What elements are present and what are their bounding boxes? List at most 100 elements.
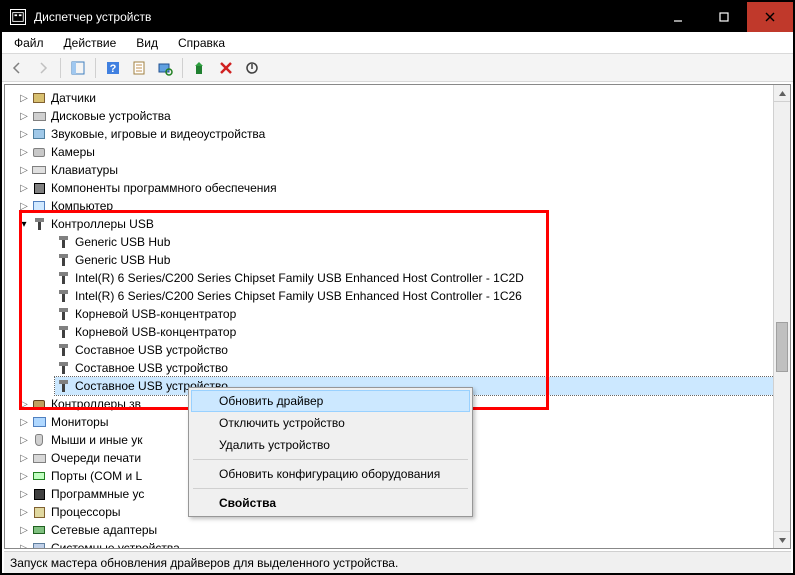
toolbar-separator [182, 58, 183, 78]
expand-icon[interactable]: ▷ [17, 93, 31, 104]
disk-icon [31, 108, 47, 124]
scan-hardware-button[interactable] [154, 57, 176, 79]
status-text: Запуск мастера обновления драйверов для … [10, 556, 398, 570]
ctx-uninstall-device[interactable]: Удалить устройство [191, 434, 470, 456]
tree-node-computer[interactable]: ▷Компьютер [17, 197, 790, 215]
vertical-scrollbar[interactable] [773, 85, 790, 548]
sound-controller-icon [31, 396, 47, 412]
tree-node-usb-device[interactable]: Intel(R) 6 Series/C200 Series Chipset Fa… [55, 287, 790, 305]
menubar: Файл Действие Вид Справка [2, 32, 793, 54]
usb-icon [55, 306, 71, 322]
expand-icon[interactable]: ▷ [17, 399, 31, 410]
ctx-update-driver[interactable]: Обновить драйвер [191, 390, 470, 412]
sensor-icon [31, 90, 47, 106]
ctx-properties[interactable]: Свойства [191, 492, 470, 514]
tree-node-usb-controllers[interactable]: ▾Контроллеры USB [17, 215, 790, 233]
ctx-disable-device[interactable]: Отключить устройство [191, 412, 470, 434]
usb-icon [55, 252, 71, 268]
properties-button[interactable] [128, 57, 150, 79]
tree-node-usb-device[interactable]: Generic USB Hub [55, 251, 790, 269]
usb-icon [55, 324, 71, 340]
tree-node-usb-device[interactable]: Корневой USB-концентратор [55, 323, 790, 341]
usb-icon [55, 234, 71, 250]
ctx-separator [193, 459, 468, 460]
port-icon [31, 468, 47, 484]
back-button[interactable] [6, 57, 28, 79]
tree-node-usb-device[interactable]: Составное USB устройство [55, 359, 790, 377]
software-icon [31, 180, 47, 196]
tree-node-sensors[interactable]: ▷Датчики [17, 89, 790, 107]
expand-icon[interactable]: ▷ [17, 471, 31, 482]
toolbar-separator [60, 58, 61, 78]
tree-node-sound[interactable]: ▷Звуковые, игровые и видеоустройства [17, 125, 790, 143]
expand-icon[interactable]: ▷ [17, 507, 31, 518]
monitor-icon [31, 414, 47, 430]
usb-icon [55, 270, 71, 286]
device-tree-panel: ▷Датчики ▷Дисковые устройства ▷Звуковые,… [4, 84, 791, 549]
expand-icon[interactable]: ▷ [17, 201, 31, 212]
computer-icon [31, 198, 47, 214]
help-button[interactable]: ? [102, 57, 124, 79]
show-hide-tree-button[interactable] [67, 57, 89, 79]
expand-icon[interactable]: ▷ [17, 147, 31, 158]
expand-icon[interactable]: ▷ [17, 525, 31, 536]
software-device-icon [31, 486, 47, 502]
maximize-button[interactable] [701, 2, 747, 32]
statusbar: Запуск мастера обновления драйверов для … [4, 551, 791, 573]
printer-icon [31, 450, 47, 466]
uninstall-button[interactable] [215, 57, 237, 79]
usb-children: Generic USB Hub Generic USB Hub Intel(R)… [17, 233, 790, 395]
update-driver-button[interactable] [189, 57, 211, 79]
camera-icon [31, 144, 47, 160]
context-menu: Обновить драйвер Отключить устройство Уд… [188, 387, 473, 517]
forward-button[interactable] [32, 57, 54, 79]
expand-icon[interactable]: ▷ [17, 129, 31, 140]
tree-node-usb-device[interactable]: Составное USB устройство [55, 341, 790, 359]
toolbar: ? [2, 54, 793, 82]
close-button[interactable] [747, 2, 793, 32]
menu-file[interactable]: Файл [6, 34, 52, 52]
scroll-track[interactable] [774, 102, 790, 531]
tree-node-cameras[interactable]: ▷Камеры [17, 143, 790, 161]
usb-icon [55, 288, 71, 304]
disable-button[interactable] [241, 57, 263, 79]
menu-view[interactable]: Вид [128, 34, 166, 52]
tree-node-disks[interactable]: ▷Дисковые устройства [17, 107, 790, 125]
usb-icon [31, 216, 47, 232]
expand-icon[interactable]: ▷ [17, 183, 31, 194]
scroll-down-icon[interactable] [774, 531, 790, 548]
expand-icon[interactable]: ▷ [17, 417, 31, 428]
svg-text:?: ? [110, 63, 117, 75]
tree-node-usb-device[interactable]: Корневой USB-концентратор [55, 305, 790, 323]
menu-action[interactable]: Действие [56, 34, 125, 52]
toolbar-separator [95, 58, 96, 78]
system-icon [31, 540, 47, 549]
expand-icon[interactable]: ▷ [17, 543, 31, 550]
scroll-thumb[interactable] [776, 322, 788, 372]
collapse-icon[interactable]: ▾ [17, 219, 31, 230]
menu-help[interactable]: Справка [170, 34, 233, 52]
window-title: Диспетчер устройств [34, 10, 655, 24]
tree-node-system[interactable]: ▷Системные устройства [17, 539, 790, 549]
expand-icon[interactable]: ▷ [17, 489, 31, 500]
expand-icon[interactable]: ▷ [17, 165, 31, 176]
keyboard-icon [31, 162, 47, 178]
tree-node-usb-device[interactable]: Intel(R) 6 Series/C200 Series Chipset Fa… [55, 269, 790, 287]
expand-icon[interactable]: ▷ [17, 435, 31, 446]
titlebar: Диспетчер устройств [2, 2, 793, 32]
network-icon [31, 522, 47, 538]
tree-node-keyboards[interactable]: ▷Клавиатуры [17, 161, 790, 179]
usb-icon [55, 378, 71, 394]
scroll-up-icon[interactable] [774, 85, 790, 102]
expand-icon[interactable]: ▷ [17, 111, 31, 122]
tree-node-usb-device[interactable]: Generic USB Hub [55, 233, 790, 251]
app-icon [10, 9, 26, 25]
mouse-icon [31, 432, 47, 448]
minimize-button[interactable] [655, 2, 701, 32]
tree-node-software-components[interactable]: ▷Компоненты программного обеспечения [17, 179, 790, 197]
sound-icon [31, 126, 47, 142]
expand-icon[interactable]: ▷ [17, 453, 31, 464]
tree-node-network[interactable]: ▷Сетевые адаптеры [17, 521, 790, 539]
ctx-scan-hardware[interactable]: Обновить конфигурацию оборудования [191, 463, 470, 485]
usb-icon [55, 360, 71, 376]
